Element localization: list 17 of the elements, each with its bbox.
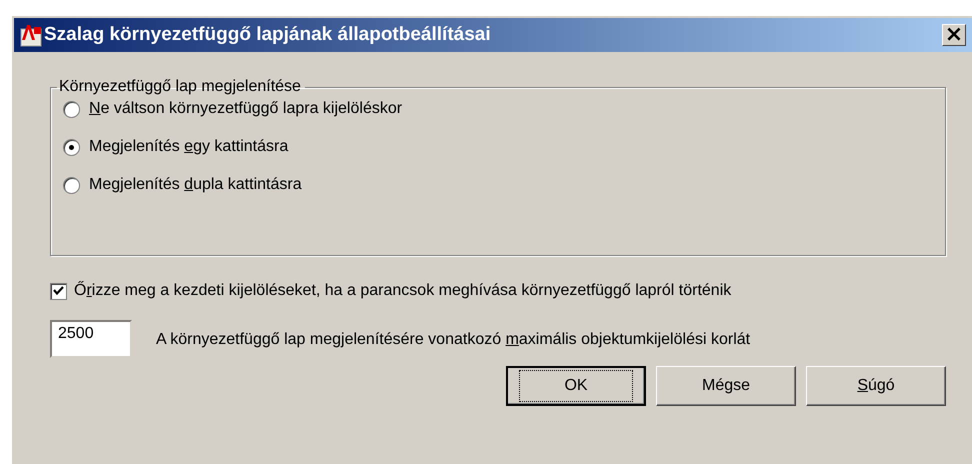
limit-field[interactable]: 2500	[50, 320, 132, 358]
group-title: Környezetfüggő lap megjelenítése	[58, 78, 302, 96]
limit-label: A környezetfüggő lap megjelenítésére vonatkozó maximális objektumkijelölési korlát	[156, 330, 750, 350]
checkbox[interactable]	[50, 282, 67, 300]
option-label: Megjelenítés dupla kattintásra	[89, 176, 302, 194]
dialog-button[interactable]: OK	[506, 366, 646, 406]
radio-button[interactable]	[63, 100, 80, 118]
option-label: Megjelenítés egy kattintásra	[89, 138, 288, 156]
close-button[interactable]: ×	[942, 24, 966, 46]
checkbox-label: Őrizze meg a kezdeti kijelöléseket, ha a parancsok meghívása környezetfüggő lapról történik	[74, 282, 732, 300]
window-title: Szalag környezetfüggő lapjának állapotbeállításai	[44, 24, 492, 46]
dialog-button[interactable]: Mégse	[656, 366, 796, 406]
dialog-button[interactable]: Súgó	[806, 366, 946, 406]
app-logo-icon	[20, 23, 42, 47]
radio-button[interactable]	[63, 176, 80, 194]
option-label: Ne váltson környezetfüggő lapra kijelöléskor	[89, 100, 402, 118]
radio-button[interactable]	[63, 138, 80, 156]
